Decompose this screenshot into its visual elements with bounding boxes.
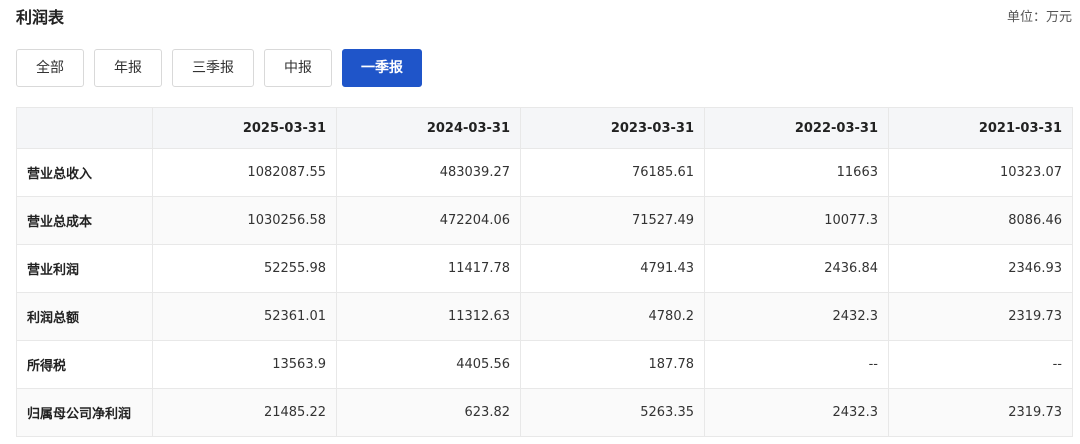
- table-cell: 13563.9: [152, 340, 337, 389]
- table-cell: 2319.73: [888, 292, 1073, 341]
- table-row: 营业总成本 1030256.58 472204.06 71527.49 1007…: [16, 196, 1073, 245]
- table-cell: 11417.78: [336, 244, 521, 293]
- row-label: 营业总成本: [16, 196, 153, 245]
- report-period-tabs: 全部 年报 三季报 中报 一季报: [16, 49, 432, 87]
- table-row: 归属母公司净利润 21485.22 623.82 5263.35 2432.3 …: [16, 388, 1073, 437]
- table-cell: 8086.46: [888, 196, 1073, 245]
- table-row: 营业利润 52255.98 11417.78 4791.43 2436.84 2…: [16, 244, 1073, 293]
- table-header-row: 2025-03-31 2024-03-31 2023-03-31 2022-03…: [16, 107, 1073, 149]
- table-cell: 10323.07: [888, 148, 1073, 197]
- table-cell: 76185.61: [520, 148, 705, 197]
- tab-interim[interactable]: 中报: [264, 49, 332, 87]
- table-cell: --: [704, 340, 889, 389]
- row-label: 营业利润: [16, 244, 153, 293]
- tab-q1[interactable]: 一季报: [342, 49, 422, 87]
- table-cell: 187.78: [520, 340, 705, 389]
- table-cell: 52255.98: [152, 244, 337, 293]
- column-header: 2024-03-31: [336, 107, 521, 149]
- table-row: 利润总额 52361.01 11312.63 4780.2 2432.3 231…: [16, 292, 1073, 341]
- table-row: 所得税 13563.9 4405.56 187.78 -- --: [16, 340, 1073, 389]
- column-header: 2023-03-31: [520, 107, 705, 149]
- table-cell: 4780.2: [520, 292, 705, 341]
- table-cell: 623.82: [336, 388, 521, 437]
- tab-q3[interactable]: 三季报: [172, 49, 254, 87]
- column-header: 2021-03-31: [888, 107, 1073, 149]
- page-title: 利润表: [16, 8, 65, 27]
- table-cell: 2436.84: [704, 244, 889, 293]
- row-label: 归属母公司净利润: [16, 388, 153, 437]
- table-cell: 71527.49: [520, 196, 705, 245]
- row-label: 营业总收入: [16, 148, 153, 197]
- page-header: 利润表 单位：万元: [16, 6, 1072, 30]
- table-cell: 4405.56: [336, 340, 521, 389]
- tab-annual[interactable]: 年报: [94, 49, 162, 87]
- table-cell: 483039.27: [336, 148, 521, 197]
- income-statement-table: 2025-03-31 2024-03-31 2023-03-31 2022-03…: [16, 107, 1073, 437]
- table-cell: 2432.3: [704, 388, 889, 437]
- table-cell: --: [888, 340, 1073, 389]
- table-row: 营业总收入 1082087.55 483039.27 76185.61 1166…: [16, 148, 1073, 197]
- tab-all[interactable]: 全部: [16, 49, 84, 87]
- table-cell: 472204.06: [336, 196, 521, 245]
- row-label: 所得税: [16, 340, 153, 389]
- column-header: 2025-03-31: [152, 107, 337, 149]
- column-header: [16, 107, 153, 149]
- table-cell: 2346.93: [888, 244, 1073, 293]
- table-cell: 1030256.58: [152, 196, 337, 245]
- table-cell: 1082087.55: [152, 148, 337, 197]
- table-cell: 11312.63: [336, 292, 521, 341]
- column-header: 2022-03-31: [704, 107, 889, 149]
- table-cell: 21485.22: [152, 388, 337, 437]
- table-cell: 10077.3: [704, 196, 889, 245]
- table-cell: 5263.35: [520, 388, 705, 437]
- table-cell: 4791.43: [520, 244, 705, 293]
- table-cell: 11663: [704, 148, 889, 197]
- table-cell: 52361.01: [152, 292, 337, 341]
- table-cell: 2432.3: [704, 292, 889, 341]
- unit-label: 单位：万元: [1006, 10, 1072, 25]
- table-cell: 2319.73: [888, 388, 1073, 437]
- row-label: 利润总额: [16, 292, 153, 341]
